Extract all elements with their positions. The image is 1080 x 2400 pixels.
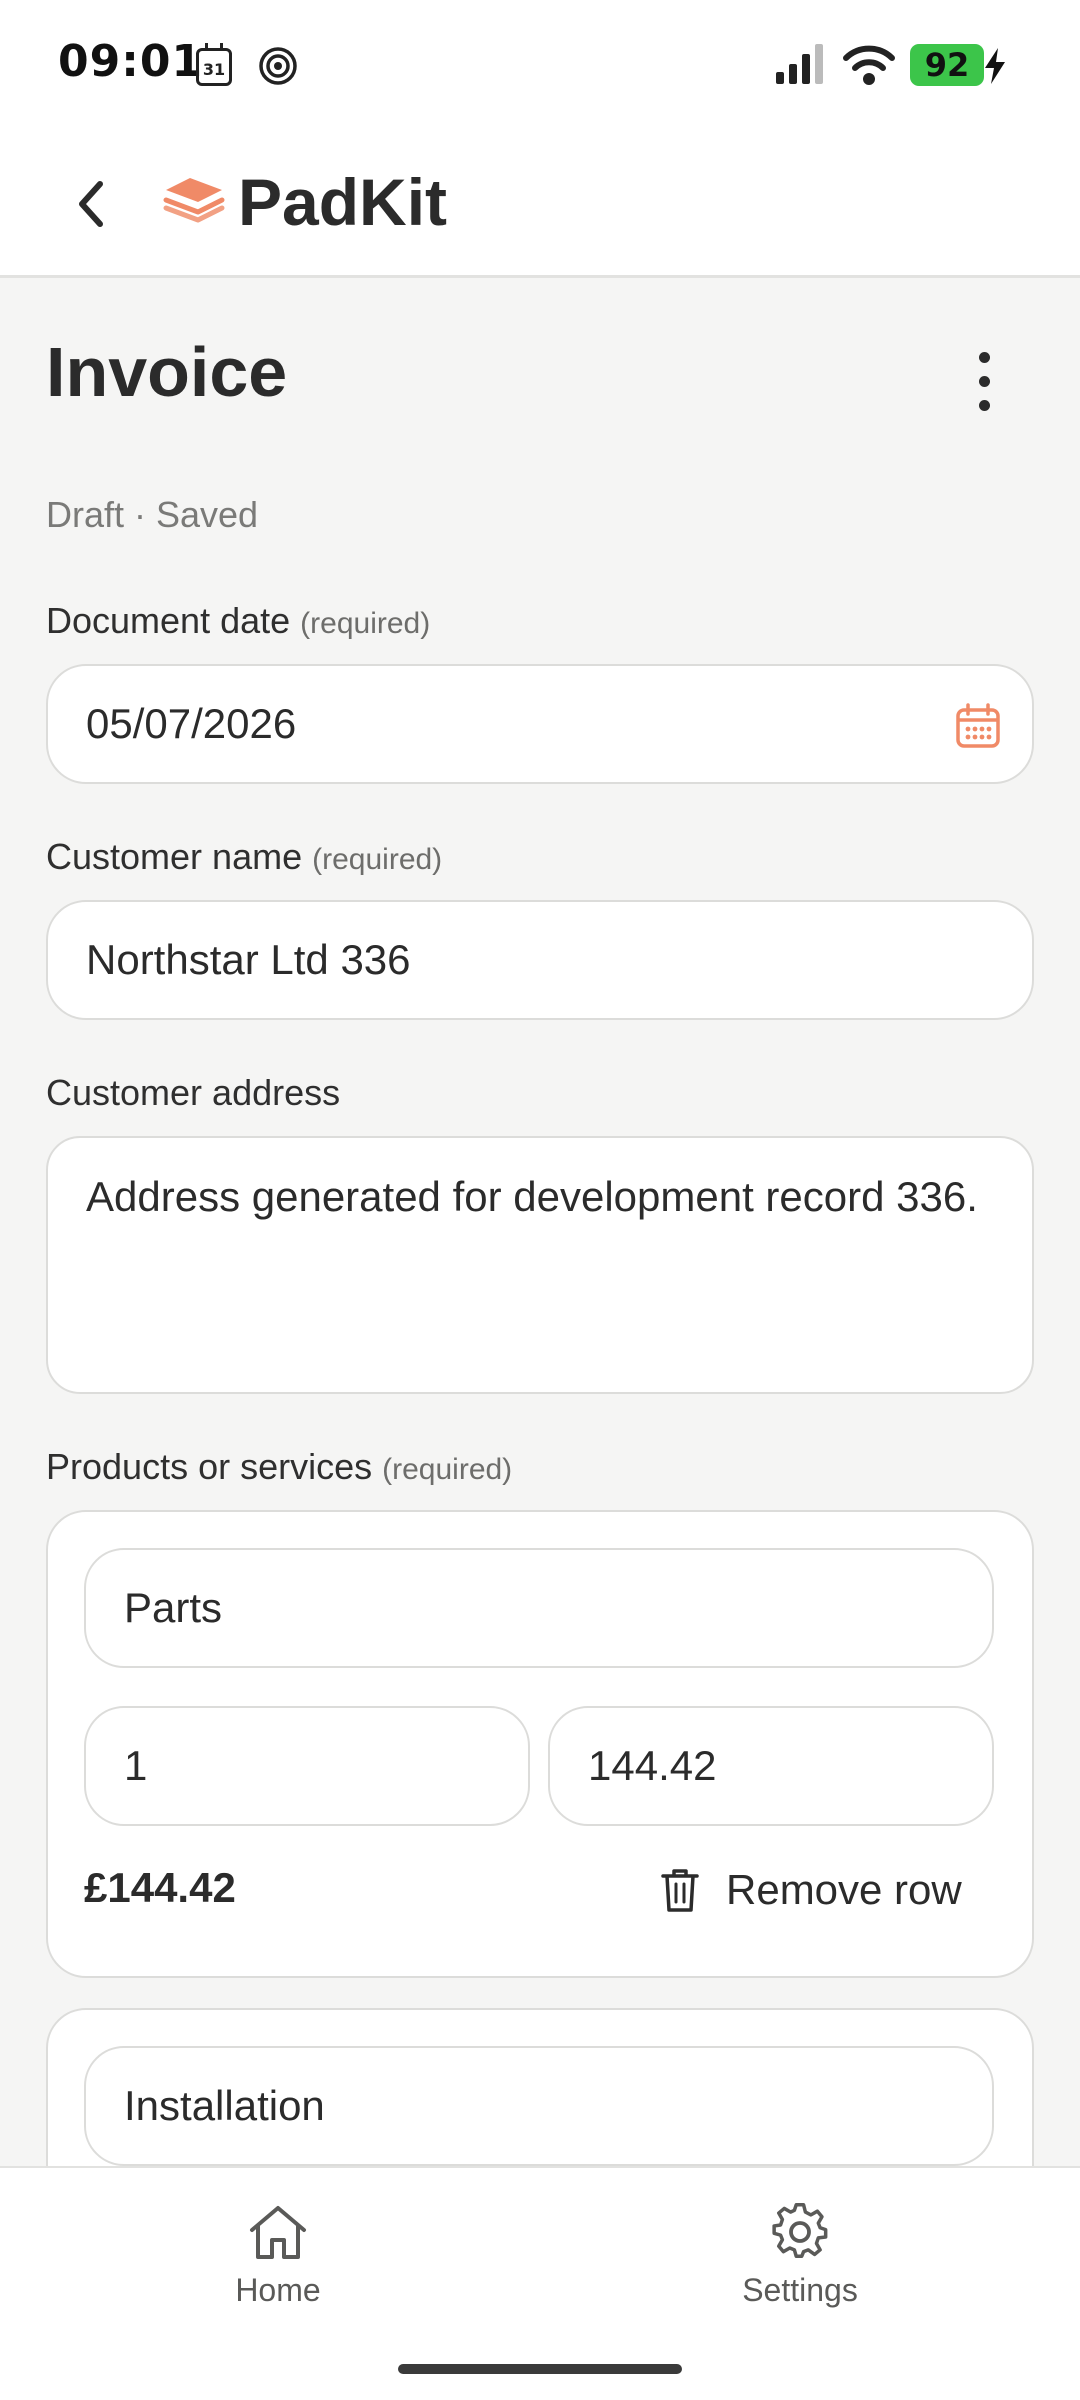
status-time: 09:01 xyxy=(58,36,204,87)
wifi-icon xyxy=(843,45,895,85)
product-description-field[interactable]: Parts xyxy=(84,1548,994,1668)
customer-name-field[interactable]: Northstar Ltd 336 xyxy=(46,900,1034,1020)
home-icon xyxy=(250,2206,306,2259)
remove-row-button[interactable]: Remove row xyxy=(660,1862,962,1918)
back-arrow-icon[interactable] xyxy=(62,172,122,236)
document-date-field[interactable]: 05/07/2026 xyxy=(46,664,1034,784)
page-title: Invoice xyxy=(46,333,288,411)
padkit-logo-icon xyxy=(163,178,225,223)
product-price-field[interactable]: 144.42 xyxy=(548,1706,994,1826)
calendar-icon[interactable] xyxy=(954,702,1002,750)
spiral-notification-icon xyxy=(259,47,297,85)
products-label: Products or services (required) xyxy=(46,1446,513,1487)
customer-address-label: Customer address xyxy=(46,1072,341,1113)
app-bar: PadKit xyxy=(0,130,1080,278)
nav-home[interactable]: Home xyxy=(178,2202,378,2309)
product-description-field[interactable]: Installation xyxy=(84,2046,994,2166)
brand-name: PadKit xyxy=(238,165,448,239)
nav-home-label: Home xyxy=(235,2272,321,2308)
product-line-total: £144.42 xyxy=(84,1864,236,1911)
battery-indicator: 92 xyxy=(910,44,984,86)
document-status: Draft · Saved xyxy=(46,494,259,535)
remove-row-label: Remove row xyxy=(726,1866,962,1913)
nav-settings-label: Settings xyxy=(742,2272,858,2308)
more-options-icon[interactable] xyxy=(964,352,1004,422)
trash-icon xyxy=(661,1869,699,1912)
document-date-label: Document date (required) xyxy=(46,600,431,641)
customer-name-label: Customer name (required) xyxy=(46,836,443,877)
customer-address-field[interactable]: Address generated for development record… xyxy=(46,1136,1034,1394)
calendar-notification-icon: 31 xyxy=(196,43,232,86)
status-bar: 09:01 31 92 xyxy=(0,0,1080,130)
gear-icon xyxy=(772,2203,828,2259)
home-indicator[interactable] xyxy=(398,2364,682,2374)
cellular-signal-icon xyxy=(776,44,823,84)
product-quantity-field[interactable]: 1 xyxy=(84,1706,530,1826)
charging-bolt-icon xyxy=(985,48,1005,84)
nav-settings[interactable]: Settings xyxy=(700,2202,900,2309)
